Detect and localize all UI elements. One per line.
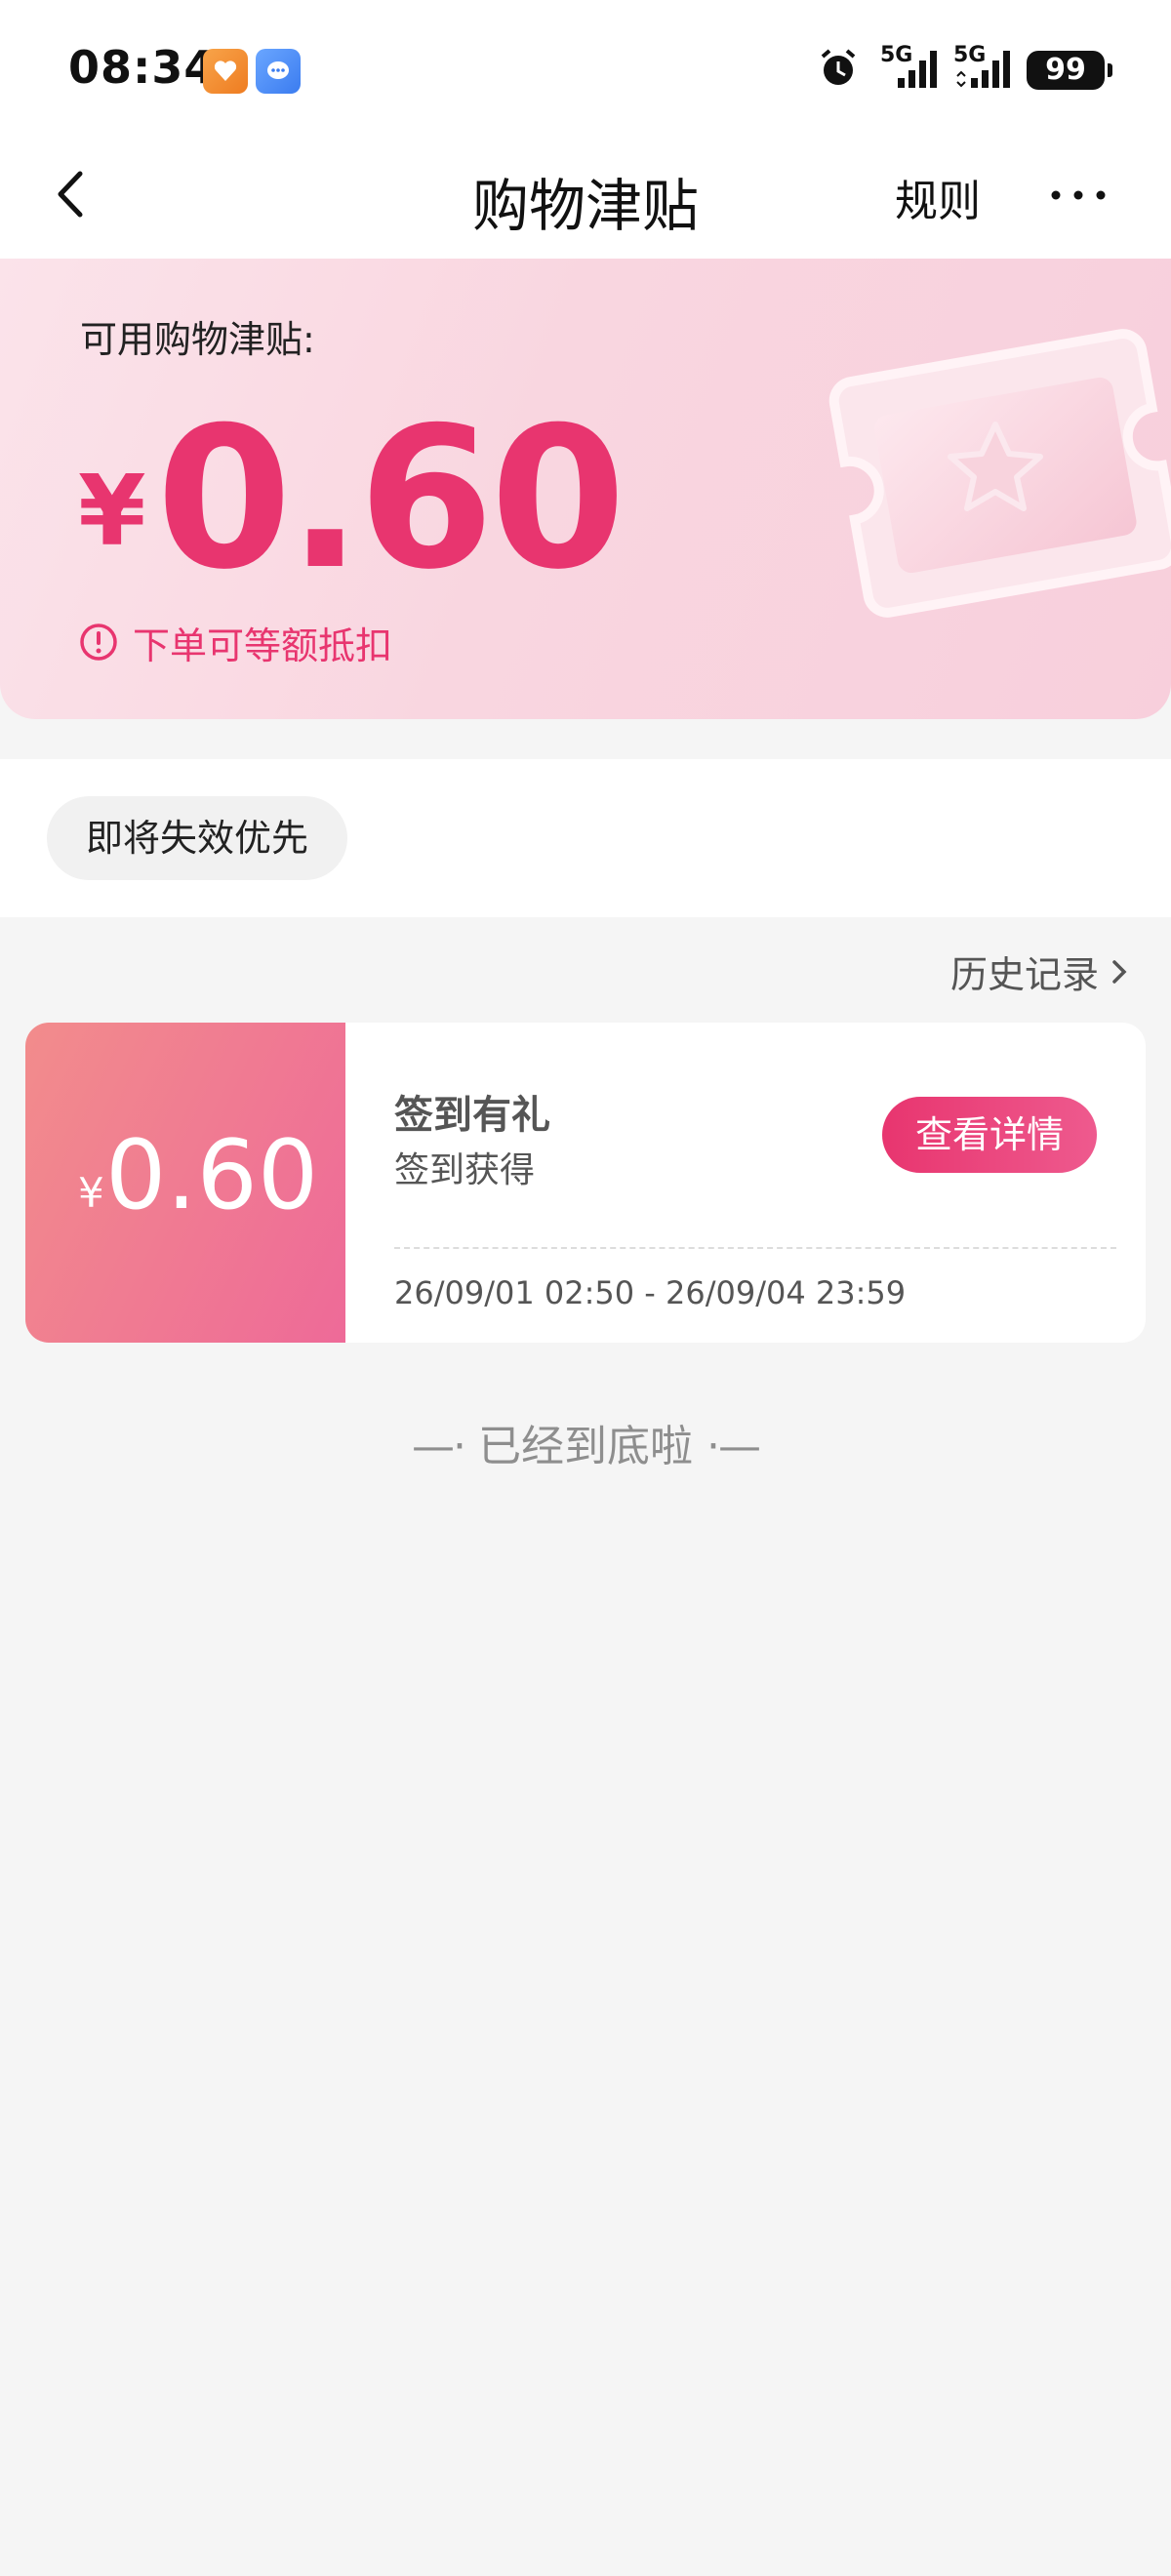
subsidy-amount: 0.60 [105, 1120, 319, 1231]
balance-label: 可用购物津贴: [80, 318, 315, 361]
end-marker-dash-left: —· [412, 1422, 466, 1471]
ticket-illustration [820, 317, 1171, 653]
subsidy-validity-period: 26/09/01 02:50 - 26/09/04 23:59 [394, 1274, 907, 1311]
status-time: 08:34 [68, 41, 217, 94]
network-type-label: 5G [953, 43, 987, 67]
nav-bar: 购物津贴 规则 [0, 137, 1171, 259]
battery-level: 99 [1045, 53, 1086, 87]
balance-card: 可用购物津贴: ¥ 0.60 下单可等额抵扣 [0, 259, 1171, 719]
view-details-button[interactable]: 查看详情 [882, 1097, 1097, 1173]
network-type-label: 5G [880, 43, 913, 67]
page-title: 购物津贴 [471, 173, 699, 239]
card-divider [394, 1247, 1116, 1249]
signal-strength-icon: 5G [880, 43, 943, 94]
subsidy-title: 签到有礼 [394, 1093, 550, 1138]
alarm-icon [817, 47, 860, 94]
filter-section: 即将失效优先 [0, 759, 1171, 917]
battery-indicator: 99 [1027, 51, 1112, 90]
subsidy-card[interactable]: ¥ 0.60 签到有礼 签到获得 查看详情 26/09/01 02:50 - 2… [25, 1023, 1146, 1343]
balance-amount: 0.60 [156, 385, 626, 613]
message-app-icon [256, 49, 301, 94]
more-button[interactable] [1044, 166, 1112, 224]
rules-link[interactable]: 规则 [895, 166, 981, 228]
end-marker-dash-right: ·— [707, 1422, 761, 1471]
status-bar: 08:34 5G 5G 99 [0, 0, 1171, 137]
balance-currency: ¥ [78, 454, 146, 568]
balance-note-text: 下单可等额抵扣 [133, 624, 393, 667]
end-of-list-marker: —· 已经到底啦 ·— [0, 1411, 1171, 1473]
history-link[interactable]: 历史记录 [950, 945, 1132, 998]
balance-note: 下单可等额抵扣 [78, 618, 393, 667]
chevron-right-icon [1112, 959, 1127, 984]
history-link-label: 历史记录 [949, 953, 1099, 996]
subsidy-amount-panel: ¥ 0.60 [25, 1023, 345, 1343]
battery-tip [1108, 63, 1112, 77]
subsidy-currency: ¥ [78, 1169, 104, 1217]
info-icon [80, 624, 117, 661]
expiring-first-filter[interactable]: 即将失效优先 [47, 796, 348, 880]
health-app-icon [203, 49, 248, 94]
end-marker-text: 已经到底啦 [478, 1422, 693, 1471]
more-icon [1051, 190, 1106, 200]
signal-strength-icon: 5G [953, 43, 1016, 94]
subsidy-source: 签到获得 [394, 1150, 536, 1190]
